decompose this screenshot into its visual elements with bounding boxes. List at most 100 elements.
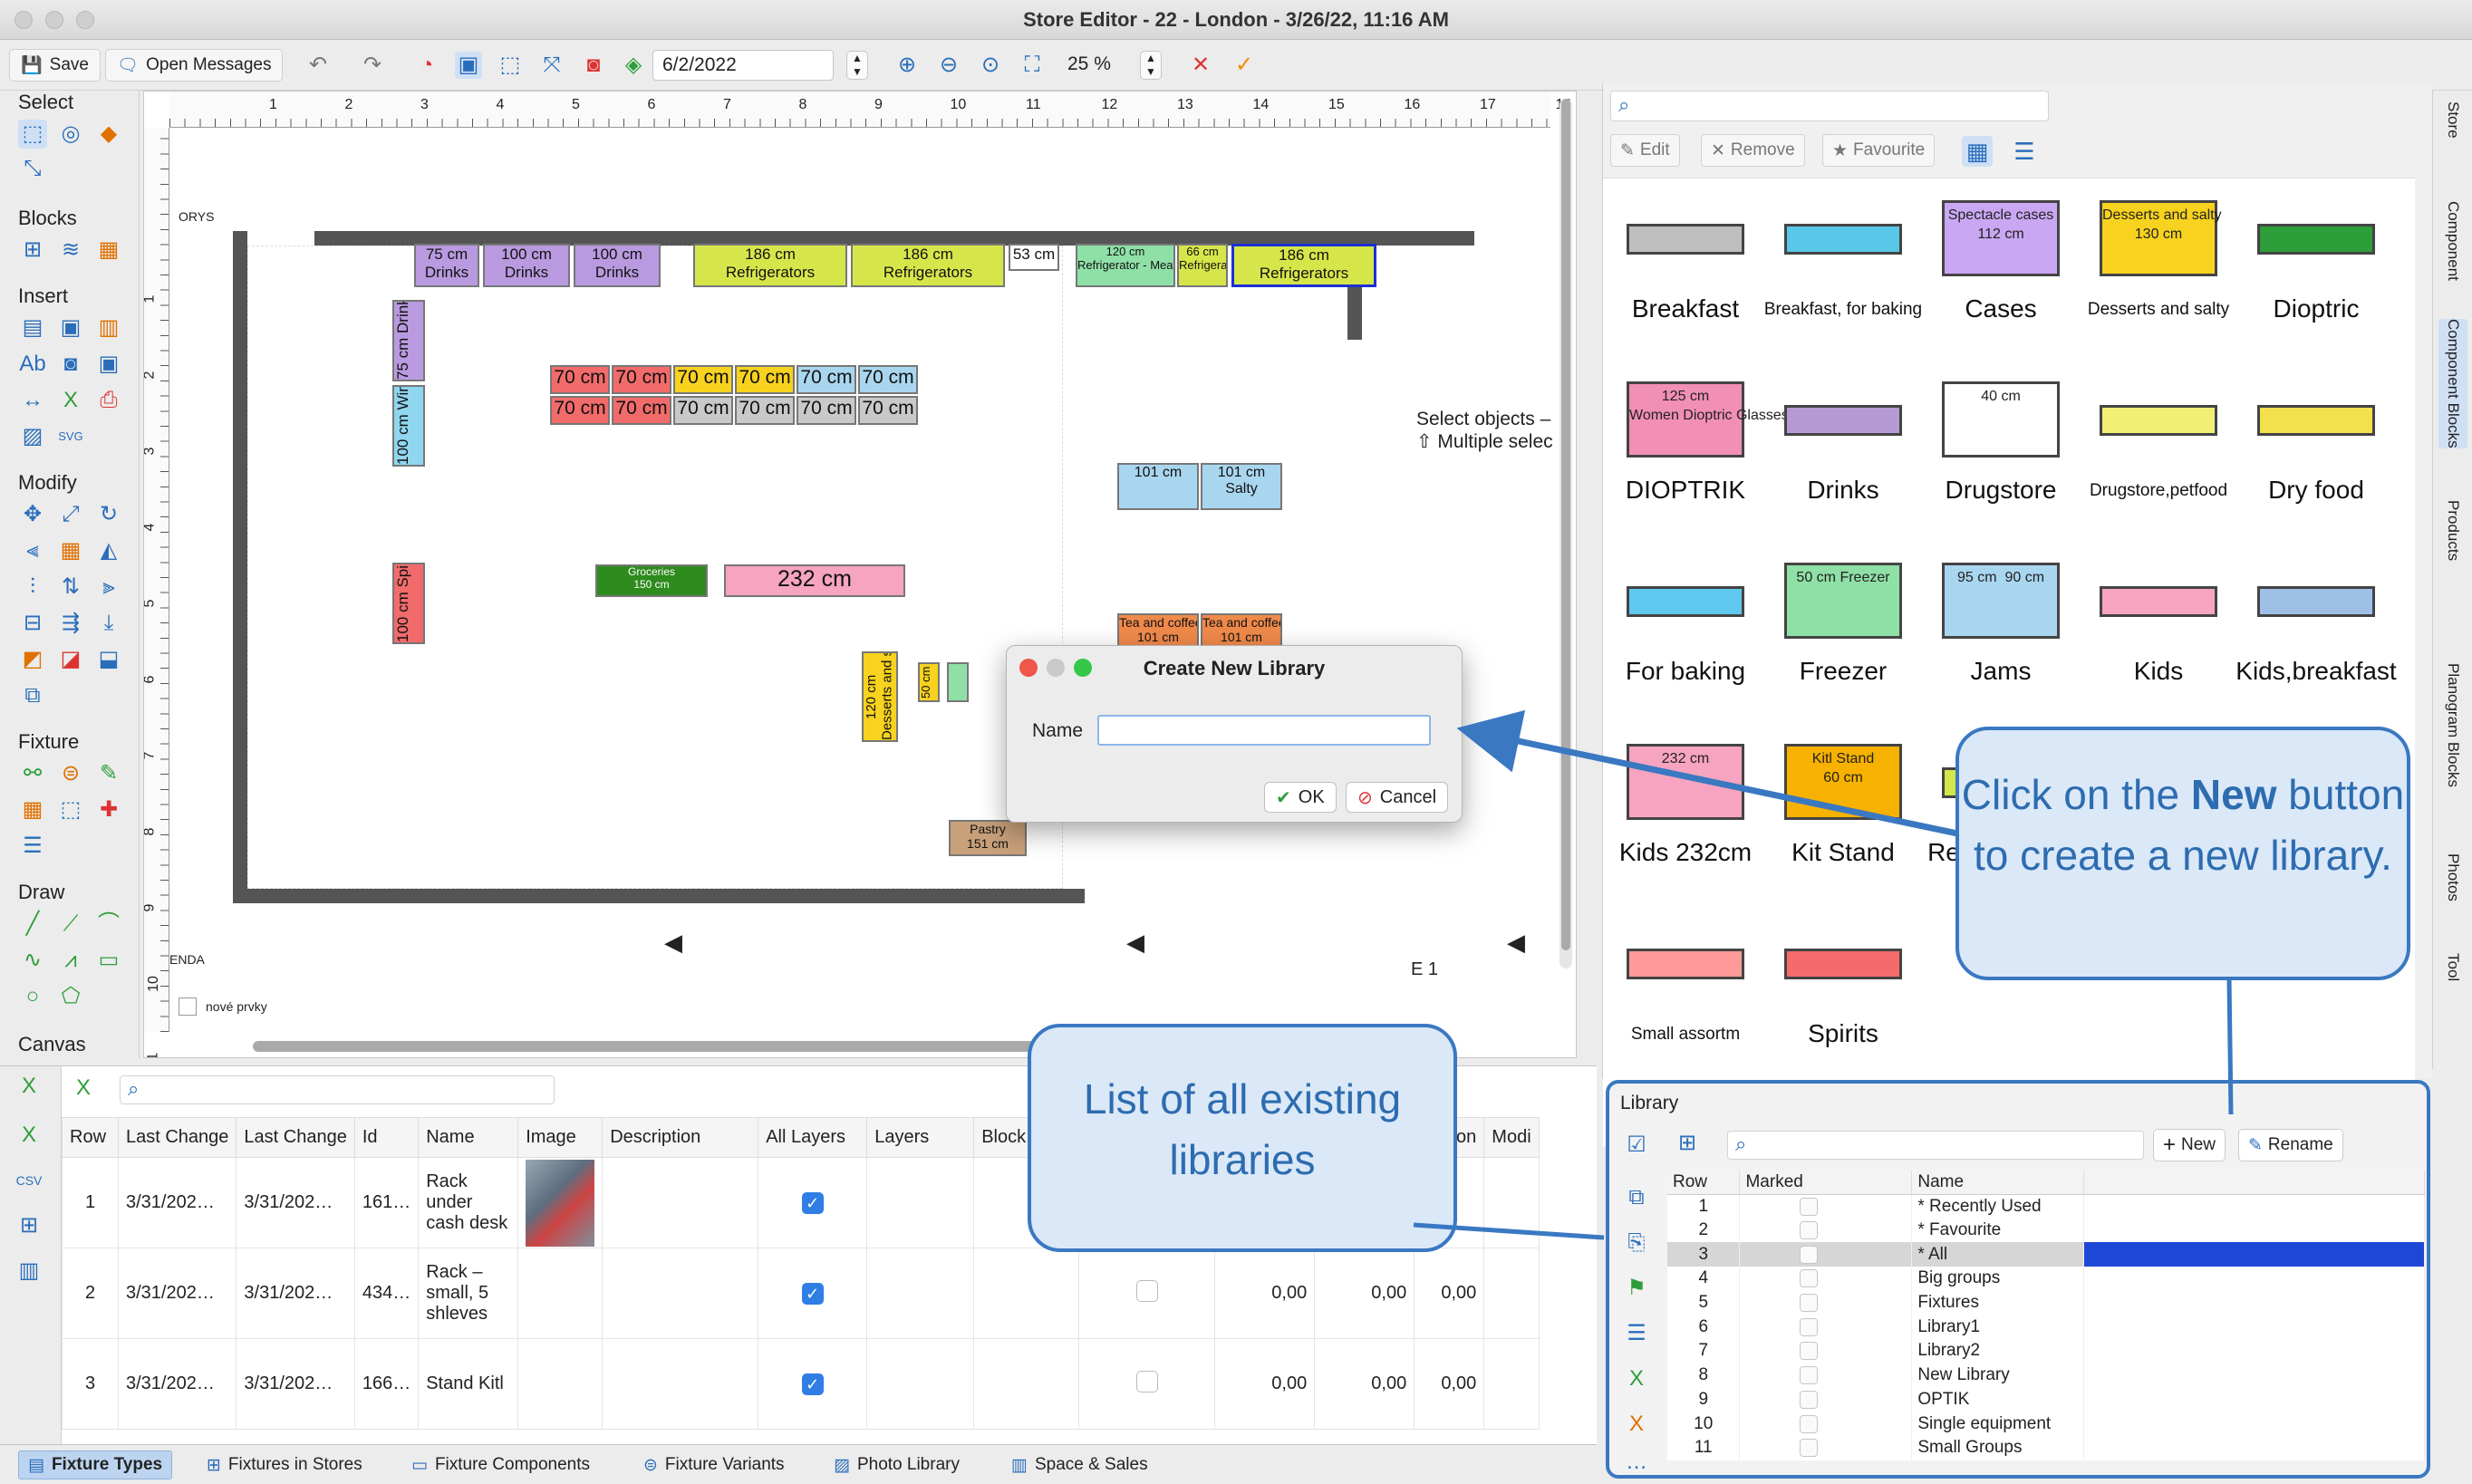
column-header[interactable]: Last Change [236, 1117, 355, 1158]
fixture-refrigerator-66[interactable]: 66 cm Refrigerator [1177, 244, 1228, 287]
insert-table-icon[interactable]: ▤ [18, 313, 47, 342]
block-group-icon[interactable]: ▦ [94, 236, 123, 265]
select-area-icon[interactable]: ⬚ [497, 52, 524, 79]
gondola-a4[interactable]: 70 cm [735, 365, 795, 394]
bottom-tab[interactable]: ⊞ Fixtures in Stores [198, 1450, 372, 1479]
library-pin-icon[interactable]: ⚑ [1622, 1274, 1651, 1303]
fixture-refrigerators-1[interactable]: 186 cm Refrigerators [693, 244, 847, 287]
align-right-icon[interactable]: ⫸ [94, 573, 123, 602]
insert-dimension-icon[interactable]: ↔ [18, 386, 47, 415]
undo-icon[interactable]: ↶ [304, 52, 332, 79]
side-tab[interactable]: Planogram Blocks [2438, 663, 2467, 787]
extra-checkbox[interactable] [1135, 1279, 1158, 1302]
align-left-icon[interactable]: ⫷ [18, 536, 47, 565]
layer-select-icon[interactable]: ◆ [94, 120, 123, 149]
table-settings-icon[interactable]: ⊞ [14, 1211, 43, 1240]
side-tab[interactable]: Photos [2438, 853, 2467, 901]
block-item[interactable]: For baking [1608, 541, 1762, 722]
zoom-stepper[interactable]: ▲ ▼ [1140, 51, 1162, 80]
insert-excel-icon[interactable]: X [56, 386, 85, 415]
draw-polygon-icon[interactable]: ⬠ [56, 982, 85, 1011]
fixture-side-wine[interactable]: 100 cm Wine [392, 385, 425, 467]
column-header[interactable]: Image [517, 1117, 604, 1158]
table-row[interactable]: 3 3/31/202… 3/31/202… 166… Stand Kitl ✓ 0,00 0,… [62, 1338, 1540, 1430]
library-name-input[interactable] [1097, 715, 1431, 746]
gondola-b2[interactable]: 70 cm [612, 396, 671, 425]
library-import-icon[interactable]: ⎘ [1622, 1229, 1651, 1258]
store-plan[interactable]: ORYS ENDA nové prvky 75 cm Drinks 100 cm… [169, 128, 1553, 1032]
block-item[interactable]: Drugstore,petfood [2081, 360, 2235, 541]
timer-icon[interactable]: ◔ [413, 52, 440, 79]
move-icon[interactable]: ✥ [18, 500, 47, 529]
library-row[interactable]: 2 * Favourite [1667, 1218, 2425, 1243]
library-row[interactable]: 11 Small Groups [1667, 1435, 2425, 1460]
fixture-shelf-icon[interactable]: ⊜ [56, 759, 85, 788]
draw-line-icon[interactable]: ╱ [18, 910, 47, 939]
marked-checkbox[interactable] [1800, 1245, 1819, 1264]
ungroup-icon[interactable]: ⧉ [18, 681, 47, 710]
insert-doc-icon[interactable]: ▣ [94, 350, 123, 379]
side-tab[interactable]: Products [2438, 500, 2467, 561]
library-row[interactable]: 1 * Recently Used [1667, 1194, 2425, 1219]
zoom-fit-icon[interactable]: ⊙ [977, 52, 1004, 79]
marked-checkbox[interactable] [1800, 1342, 1819, 1361]
remove-button[interactable]: ✕ Remove [1701, 134, 1805, 167]
column-header[interactable]: Row [62, 1117, 119, 1158]
table-excel-icon[interactable]: X [69, 1074, 98, 1103]
target-icon[interactable]: ◎ [56, 120, 85, 149]
fixture-pastry[interactable]: Pastry 151 cm [949, 820, 1027, 856]
block-icon[interactable]: ⊞ [18, 236, 47, 265]
camera-icon[interactable]: ◙ [580, 52, 607, 79]
library-row[interactable]: 6 Library1 [1667, 1315, 2425, 1340]
library-copy-icon[interactable]: ⧉ [1622, 1183, 1651, 1212]
fixture-drinks-1[interactable]: 75 cm Drinks [414, 244, 479, 287]
zoom-in-icon[interactable]: ⊕ [893, 52, 921, 79]
insert-pdf-icon[interactable]: ⎙ [94, 386, 123, 415]
draw-zigzag-icon[interactable]: ⩘ [56, 946, 85, 975]
library-column-header[interactable]: Marked [1739, 1171, 1913, 1195]
insert-text-icon[interactable]: Ab [18, 350, 47, 379]
fixture-side-spirits[interactable]: 100 cm Spirits [392, 563, 425, 644]
csv-icon[interactable]: CSV [14, 1166, 43, 1195]
side-tab[interactable]: Component Blocks [2438, 319, 2467, 448]
column-header[interactable]: All Layers [758, 1117, 868, 1158]
marked-checkbox[interactable] [1800, 1414, 1819, 1433]
marked-checkbox[interactable] [1800, 1439, 1819, 1458]
zoom-out-icon[interactable]: ⊖ [935, 52, 962, 79]
stack-down-icon[interactable]: ⤓ [94, 609, 123, 638]
column-header[interactable]: Id [353, 1117, 420, 1158]
fixture-53[interactable]: 53 cm [1009, 244, 1059, 271]
fixture-refrigerators-selected[interactable]: 186 cm Refrigerators [1231, 244, 1376, 287]
order-icon[interactable]: ⬓ [94, 645, 123, 674]
block-item[interactable]: Drinks [1766, 360, 1920, 541]
redo-icon[interactable]: ↷ [359, 52, 386, 79]
insert-photo-icon[interactable]: ◙ [56, 350, 85, 379]
column-header[interactable]: Description [602, 1117, 759, 1158]
fixture-side-drinks[interactable]: 75 cm Drinks [392, 300, 425, 381]
block-item[interactable]: Kids [2081, 541, 2235, 722]
gondola-a1[interactable]: 70 cm [550, 365, 610, 394]
path-select-icon[interactable]: ⤡ [18, 154, 47, 183]
excel-icon[interactable]: X [14, 1121, 43, 1150]
fixture-refrigerators-2[interactable]: 186 cm Refrigerators [851, 244, 1005, 287]
library-column-header[interactable]: Name [1911, 1171, 2085, 1195]
cancel-icon[interactable]: ✕ [1187, 52, 1214, 79]
gondola-a2[interactable]: 70 cm [612, 365, 671, 394]
scale-icon[interactable]: ⤢ [56, 500, 85, 529]
marked-checkbox[interactable] [1800, 1221, 1819, 1240]
fixture-groceries[interactable]: Groceries 150 cm [595, 564, 708, 597]
rotate-icon[interactable]: ↻ [94, 500, 123, 529]
export-excel-icon[interactable]: X [14, 1072, 43, 1101]
bring-front-icon[interactable]: ◩ [18, 645, 47, 674]
draw-rect-icon[interactable]: ▭ [94, 946, 123, 975]
edit-button[interactable]: ✎ Edit [1610, 134, 1680, 167]
zoom-extent-icon[interactable]: ⛶ [1019, 52, 1046, 79]
insert-shelf-icon[interactable]: ▥ [94, 313, 123, 342]
mirror-icon[interactable]: ◭ [94, 536, 123, 565]
library-row[interactable]: 7 Library2 [1667, 1339, 2425, 1364]
library-row[interactable]: 5 Fixtures [1667, 1290, 2425, 1315]
block-item[interactable]: Spectacle cases 112 cm Cases [1924, 178, 2078, 360]
bottom-tab[interactable]: ⊜ Fixture Variants [634, 1450, 794, 1479]
fixture-drinks-2[interactable]: 100 cm Drinks [483, 244, 570, 287]
block-item[interactable]: 40 cm Drugstore [1924, 360, 2078, 541]
